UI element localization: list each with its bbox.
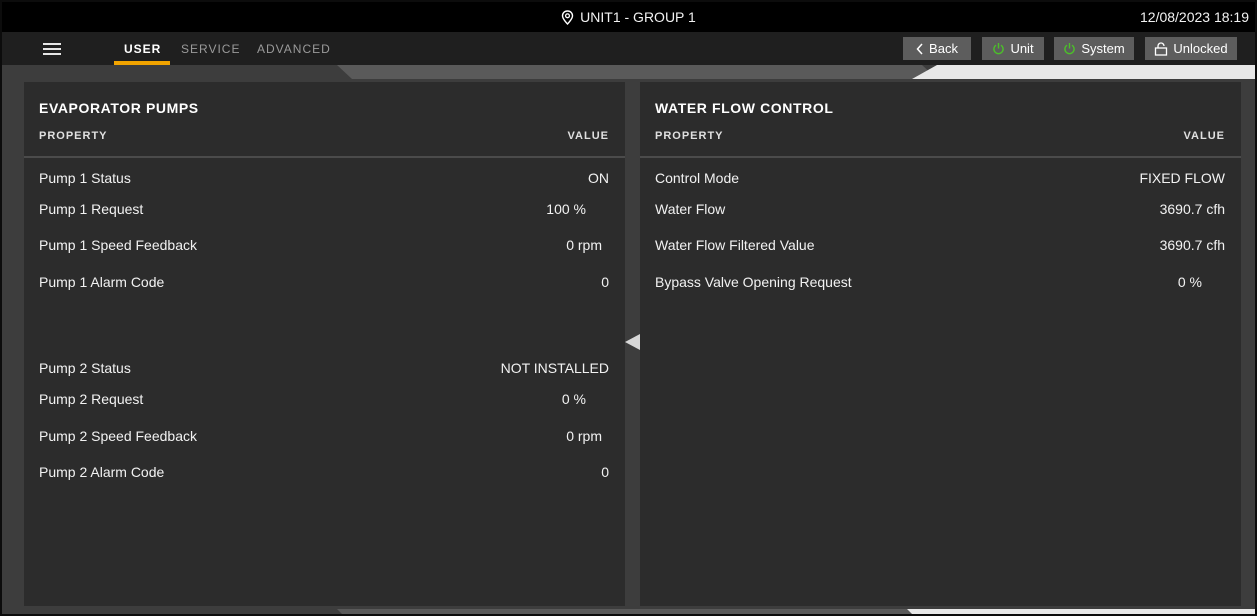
- pump1-status-label: Pump 1 Status: [39, 170, 131, 186]
- water-flow-value: 3690.7 cfh: [1159, 201, 1225, 217]
- title-bar: UNIT1 - GROUP 1 12/08/2023 18:19: [2, 2, 1255, 32]
- pump2-speed-feedback-label: Pump 2 Speed Feedback: [39, 428, 197, 444]
- system-power-button[interactable]: System: [1054, 37, 1134, 60]
- date-time: 12/08/2023 18:19: [1140, 9, 1249, 25]
- water-flow-filtered-value: 3690.7 cfh: [1159, 237, 1225, 253]
- pump1-status-value: ON: [588, 170, 609, 186]
- power-icon: [992, 42, 1005, 55]
- tab-service-label: SERVICE: [181, 41, 241, 56]
- power-icon: [1063, 42, 1076, 55]
- water-flow-label: Water Flow: [655, 201, 726, 217]
- hmi-screen: UNIT1 - GROUP 1 12/08/2023 18:19 USER SE…: [0, 0, 1257, 616]
- tab-service[interactable]: SERVICE: [181, 32, 240, 65]
- lock-button-label: Unlocked: [1173, 41, 1228, 56]
- bypass-valve-value: 0 %: [1177, 274, 1202, 290]
- lock-button[interactable]: Unlocked: [1145, 37, 1237, 60]
- hamburger-menu-icon[interactable]: [43, 41, 63, 57]
- value-column-header: VALUE: [567, 130, 609, 142]
- tab-advanced[interactable]: ADVANCED: [257, 32, 331, 65]
- control-mode-label: Control Mode: [655, 170, 740, 186]
- location-pin-icon: [561, 9, 580, 25]
- unlocked-padlock-icon: [1154, 41, 1168, 56]
- pump2-alarm-code-label: Pump 2 Alarm Code: [39, 464, 165, 480]
- unit-power-button[interactable]: Unit: [982, 37, 1044, 60]
- pump2-speed-feedback-value: 0 rpm: [566, 428, 602, 444]
- decorative-band: [2, 65, 1255, 79]
- property-column-header: PROPERTY: [39, 130, 108, 142]
- chevron-left-icon: [916, 42, 924, 55]
- control-mode-value: FIXED FLOW: [1139, 170, 1225, 186]
- value-column-header: VALUE: [1183, 130, 1225, 142]
- panel-splitter-handle[interactable]: [625, 334, 640, 350]
- pump2-request-label: Pump 2 Request: [39, 391, 144, 407]
- pump1-speed-feedback-value: 0 rpm: [566, 237, 602, 253]
- pump1-alarm-code-label: Pump 1 Alarm Code: [39, 274, 165, 290]
- pump2-request-value: 0 %: [561, 391, 586, 407]
- pump2-status-value: NOT INSTALLED: [500, 360, 609, 376]
- back-button[interactable]: Back: [903, 37, 971, 60]
- pump1-request-value: 100 %: [546, 201, 586, 217]
- unit-button-label: Unit: [1010, 41, 1034, 56]
- tab-user-label: USER: [124, 41, 162, 56]
- header-divider: [640, 156, 1241, 158]
- decorative-band-bottom: [2, 606, 1255, 614]
- back-button-label: Back: [929, 41, 958, 56]
- header-divider: [24, 156, 625, 158]
- property-column-header: PROPERTY: [655, 130, 724, 142]
- water-flow-filtered-label: Water Flow Filtered Value: [655, 237, 815, 253]
- pump2-alarm-code-value: 0: [601, 464, 609, 480]
- pump1-speed-feedback-label: Pump 1 Speed Feedback: [39, 237, 197, 253]
- pump1-request-label: Pump 1 Request: [39, 201, 144, 217]
- system-button-label: System: [1081, 41, 1125, 56]
- water-flow-control-panel: WATER FLOW CONTROL PROPERTY VALUE Contro…: [640, 82, 1241, 606]
- tab-advanced-label: ADVANCED: [257, 41, 331, 56]
- panel-title: WATER FLOW CONTROL: [655, 100, 834, 116]
- evaporator-pumps-panel: EVAPORATOR PUMPS PROPERTY VALUE Pump 1 S…: [24, 82, 625, 606]
- pump2-status-label: Pump 2 Status: [39, 360, 131, 376]
- unit-group-label: UNIT1 - GROUP 1: [580, 9, 696, 25]
- pump1-alarm-code-value: 0: [601, 274, 609, 290]
- unit-group-title: UNIT1 - GROUP 1: [2, 2, 1255, 32]
- bypass-valve-label: Bypass Valve Opening Request: [655, 274, 852, 290]
- panel-title: EVAPORATOR PUMPS: [39, 100, 199, 116]
- nav-bar: USER SERVICE ADVANCED Back Unit System U…: [2, 32, 1255, 65]
